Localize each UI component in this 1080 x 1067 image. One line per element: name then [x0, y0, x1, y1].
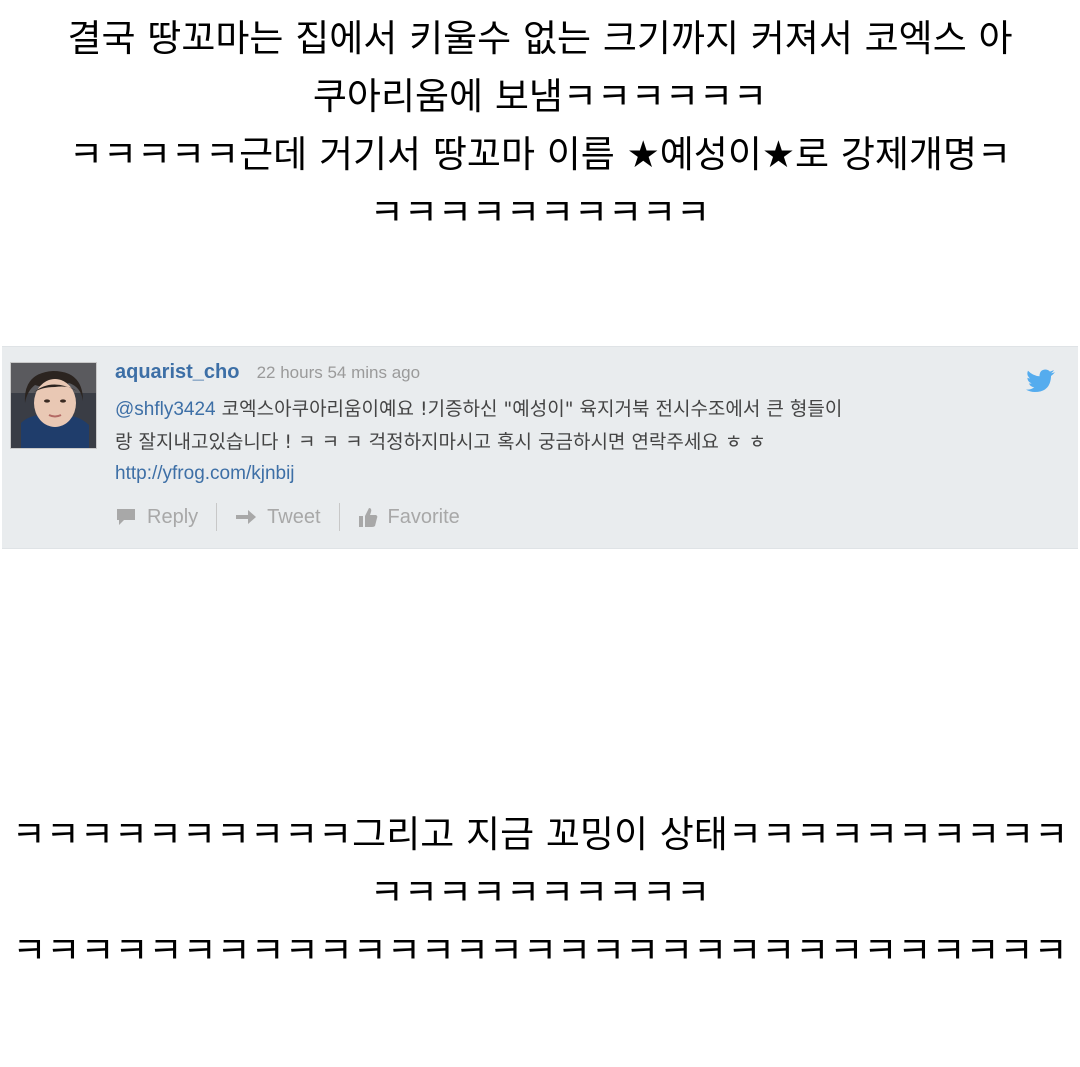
media-link[interactable]: http://yfrog.com/kjnbij — [115, 463, 295, 485]
mention-link[interactable]: @shfly3424 — [115, 399, 216, 420]
tweet-card: aquarist_cho 22 hours 54 mins ago @shfly… — [2, 346, 1078, 549]
caption-line: ㅋㅋㅋㅋㅋㅋㅋㅋㅋㅋ그리고 지금 꼬밍이 상태ㅋㅋㅋㅋㅋㅋㅋㅋㅋㅋ — [11, 813, 1069, 856]
caption-line: ㅋㅋㅋㅋㅋㅋㅋㅋㅋㅋ — [369, 871, 711, 914]
arrow-right-icon — [236, 510, 257, 524]
retweet-label: Tweet — [267, 505, 321, 528]
tweet-text: @shfly3424 코엑스아쿠아리움이예요 !기증하신 "예성이" 육지거북 … — [115, 393, 1025, 458]
reply-label: Reply — [147, 505, 199, 528]
retweet-button[interactable]: Tweet — [235, 505, 321, 529]
tweet-text-line: 랑 잘지내고있습니다 ! ㅋ ㅋ ㅋ 걱정하지마시고 혹시 궁금하시면 연락주세… — [115, 431, 766, 453]
username-link[interactable]: aquarist_cho — [115, 361, 239, 383]
divider — [338, 503, 340, 531]
tweet-header: aquarist_cho 22 hours 54 mins ago — [115, 361, 420, 384]
tweet-actions: Reply Tweet Favorite — [115, 502, 460, 532]
caption-top: 결국 땅꼬마는 집에서 키울수 없는 크기까지 커져서 코엑스 아 쿠아리움에 … — [0, 10, 1080, 242]
caption-bottom: ㅋㅋㅋㅋㅋㅋㅋㅋㅋㅋ그리고 지금 꼬밍이 상태ㅋㅋㅋㅋㅋㅋㅋㅋㅋㅋ ㅋㅋㅋㅋㅋㅋ… — [0, 806, 1080, 980]
divider — [216, 503, 218, 531]
reply-button[interactable]: Reply — [115, 506, 198, 529]
tweet-text-line: 코엑스아쿠아리움이예요 !기증하신 "예성이" 육지거북 전시수조에서 큰 형들… — [215, 398, 843, 420]
speech-bubble-icon — [117, 509, 135, 525]
favorite-button[interactable]: Favorite — [358, 506, 460, 529]
twitter-bird-icon — [1026, 369, 1055, 392]
thumbs-up-icon — [358, 508, 377, 527]
caption-line: 결국 땅꼬마는 집에서 키울수 없는 크기까지 커져서 코엑스 아 — [67, 17, 1013, 60]
caption-line: ㅋㅋㅋㅋㅋㅋㅋㅋㅋㅋㅋㅋㅋㅋㅋㅋㅋㅋㅋㅋㅋㅋㅋㅋㅋㅋㅋㅋㅋㅋㅋ — [12, 929, 1068, 972]
avatar[interactable] — [10, 362, 97, 449]
caption-line: 쿠아리움에 보냄ㅋㅋㅋㅋㅋㅋ — [312, 75, 768, 118]
caption-line: ㅋㅋㅋㅋㅋㅋㅋㅋㅋㅋ — [369, 191, 711, 234]
caption-line: ㅋㅋㅋㅋㅋ근데 거기서 땅꼬마 이름 ★예성이★로 강제개명ㅋ — [68, 133, 1012, 176]
timestamp[interactable]: 22 hours 54 mins ago — [257, 363, 421, 382]
profile-photo-icon — [11, 363, 96, 448]
favorite-label: Favorite — [387, 505, 460, 528]
